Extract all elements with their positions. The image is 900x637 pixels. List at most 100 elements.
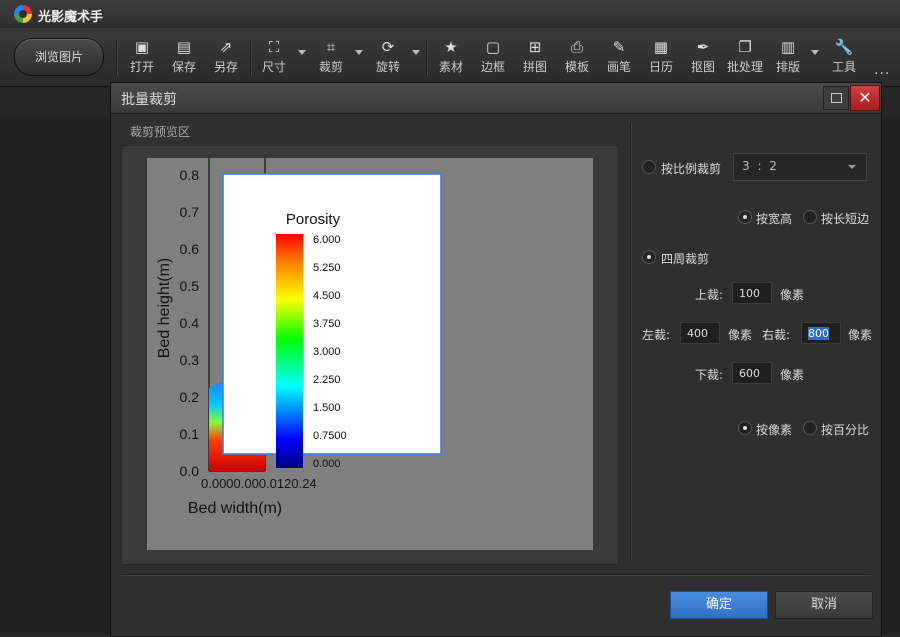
browse-images-button[interactable]: 浏览图片 (14, 38, 104, 76)
colorbar-tick: 6.000 (313, 234, 341, 246)
preview-area: 0.0 0.1 0.2 0.3 0.4 0.5 0.6 0.7 0.8 0.00… (121, 145, 619, 565)
chevron-down-icon (848, 165, 856, 169)
tool-cutout-button[interactable]: ✒ 抠图 (683, 36, 723, 82)
open-icon: ▣ (134, 38, 150, 56)
x-tick-text: 0.0000.000.0120.24 (201, 476, 317, 491)
template-icon: ⎙ (570, 38, 583, 56)
y-tick: 0.5 (180, 278, 200, 294)
right-crop-value: 800 (808, 327, 829, 340)
y-tick: 0.1 (180, 426, 200, 442)
tool-layout-button[interactable]: ▥ 排版 (768, 36, 808, 82)
tool-resize-button[interactable]: ⛶ 尺寸 (254, 36, 294, 82)
tool-label: 尺寸 (261, 60, 286, 74)
bottom-crop-unit: 像素 (780, 368, 805, 382)
ok-button[interactable]: 确定 (670, 591, 768, 619)
tool-label: 抠图 (690, 60, 715, 74)
border-icon: ▢ (485, 38, 501, 56)
ratio-select-value: 3 : 2 (742, 159, 779, 173)
panel-divider (630, 123, 632, 561)
tool-label: 拼图 (522, 60, 547, 74)
right-crop-input[interactable]: 800 (801, 322, 841, 344)
more-tools-button[interactable]: ··· (874, 66, 890, 82)
crop-icon: ⌗ (326, 38, 336, 56)
toolbar-separator (116, 40, 118, 76)
y-ticks: 0.0 0.1 0.2 0.3 0.4 0.5 0.6 0.7 0.8 (180, 167, 200, 479)
tool-border-button[interactable]: ▢ 边框 (473, 36, 513, 82)
layout-dropdown-icon[interactable] (811, 50, 819, 55)
tool-save-as-button[interactable]: ⇗ 另存 (206, 36, 246, 82)
y-tick: 0.8 (180, 167, 200, 183)
batch-icon: ❐ (738, 38, 752, 56)
ratio-select[interactable]: 3 : 2 (733, 153, 867, 181)
x-axis-label: Bed width(m) (188, 500, 282, 517)
by-width-height-label: 按宽高 (756, 212, 793, 226)
by-width-height-radio[interactable] (738, 210, 752, 224)
maximize-button[interactable] (823, 86, 849, 110)
margin-crop-radio[interactable] (642, 250, 656, 264)
left-crop-unit: 像素 (728, 328, 753, 342)
tool-label: 裁剪 (318, 60, 343, 74)
by-long-short-radio[interactable] (803, 210, 817, 224)
colorbar-tick: 2.250 (313, 374, 341, 386)
crop-dropdown-icon[interactable] (355, 50, 363, 55)
tool-rotate-button[interactable]: ⟳ 旋转 (368, 36, 408, 82)
footer-divider (121, 574, 871, 576)
preview-plot: 0.0 0.1 0.2 0.3 0.4 0.5 0.6 0.7 0.8 0.00… (156, 158, 442, 517)
tool-open-button[interactable]: ▣ 打开 (122, 36, 162, 82)
tool-collage-button[interactable]: ⊞ 拼图 (515, 36, 555, 82)
tool-save-button[interactable]: ▤ 保存 (164, 36, 204, 82)
tool-crop-button[interactable]: ⌗ 裁剪 (311, 36, 351, 82)
material-icon: ★ (444, 38, 458, 56)
collage-icon: ⊞ (528, 38, 542, 56)
tool-batch-button[interactable]: ❐ 批处理 (723, 36, 767, 82)
ratio-crop-label: 按比例裁剪 (661, 162, 722, 176)
tool-label: 另存 (213, 60, 238, 74)
tool-tools-button[interactable]: 🔧 工具 (824, 36, 864, 82)
resize-icon: ⛶ (268, 38, 280, 56)
tool-template-button[interactable]: ⎙ 模板 (557, 36, 597, 82)
bottom-crop-input[interactable]: 600 (732, 362, 772, 384)
batch-crop-dialog: 批量裁剪 ✕ 裁剪预览区 0.0 0.1 0.2 0.3 0.4 0.5 0.6… (110, 82, 882, 637)
brush-icon: ✎ (612, 38, 626, 56)
cancel-button[interactable]: 取消 (775, 591, 873, 619)
top-crop-input[interactable]: 100 (732, 282, 772, 304)
by-percent-radio[interactable] (803, 421, 817, 435)
bottom-crop-label: 下裁: (695, 368, 724, 382)
tool-label: 批处理 (726, 60, 763, 74)
by-percent-label: 按百分比 (821, 423, 870, 437)
rotate-dropdown-icon[interactable] (412, 50, 420, 55)
resize-dropdown-icon[interactable] (298, 50, 306, 55)
tool-label: 模板 (564, 60, 589, 74)
left-crop-input[interactable]: 400 (680, 322, 720, 344)
right-crop-label: 右裁: (762, 328, 791, 342)
left-crop-label: 左裁: (642, 328, 671, 342)
colorbar-tick: 5.250 (313, 262, 341, 274)
tool-label: 画笔 (606, 60, 631, 74)
ratio-crop-radio[interactable] (642, 160, 656, 174)
close-button[interactable]: ✕ (850, 85, 880, 111)
top-crop-label: 上裁: (695, 288, 724, 302)
tool-label: 素材 (438, 60, 463, 74)
y-axis-label: Bed height(m) (156, 258, 173, 359)
tool-material-button[interactable]: ★ 素材 (431, 36, 471, 82)
top-crop-unit: 像素 (780, 288, 805, 302)
colorbar-tick: 4.500 (313, 290, 341, 302)
by-long-short-label: 按长短边 (821, 212, 870, 226)
colorbar (276, 234, 303, 468)
tool-brush-button[interactable]: ✎ 画笔 (599, 36, 639, 82)
preview-area-label: 裁剪预览区 (130, 125, 191, 139)
by-pixel-label: 按像素 (756, 423, 793, 437)
y-tick: 0.3 (180, 352, 200, 368)
app-logo-icon (14, 5, 32, 23)
y-tick: 0.7 (180, 204, 200, 220)
calendar-icon: ▦ (653, 38, 669, 56)
tool-label: 旋转 (375, 60, 400, 74)
colorbar-tick: 1.500 (313, 402, 341, 414)
save-as-icon: ⇗ (219, 38, 233, 56)
tool-calendar-button[interactable]: ▦ 日历 (641, 36, 681, 82)
by-pixel-radio[interactable] (738, 421, 752, 435)
margin-crop-label: 四周裁剪 (661, 252, 710, 266)
cutout-icon: ✒ (696, 38, 710, 56)
colorbar-tick: 3.000 (313, 346, 341, 358)
colorbar-tick: 0.7500 (313, 430, 347, 442)
